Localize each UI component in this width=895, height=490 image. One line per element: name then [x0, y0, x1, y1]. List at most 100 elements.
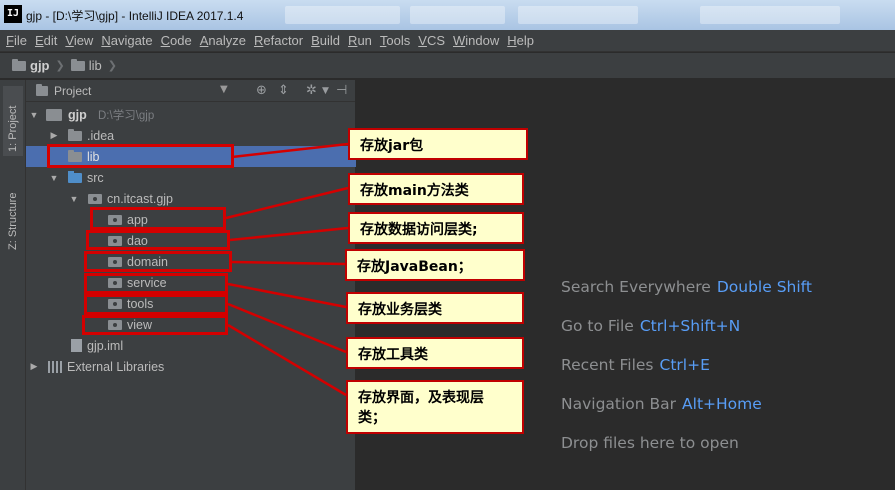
tree-row-external-libraries[interactable]: ▶ External Libraries: [26, 356, 356, 377]
project-panel: Project ▼ ⊕ ⇕ ✲ ▼ ⊣ ▼ gjp D:\学习\gjp ▶ .i…: [26, 80, 356, 490]
gear-icon[interactable]: ✲: [306, 83, 317, 98]
menu-view[interactable]: View: [65, 33, 93, 48]
hide-panel-icon[interactable]: ⊣: [336, 83, 347, 98]
background-taskbar-tab: [285, 6, 400, 24]
tree-label-src: src: [87, 170, 104, 185]
tree-row-iml[interactable]: gjp.iml: [26, 335, 356, 356]
menu-build[interactable]: Build: [311, 33, 340, 48]
tree-row-src[interactable]: ▼ src: [26, 167, 356, 188]
tab-structure[interactable]: Z: Structure: [3, 172, 23, 252]
callout-lib: 存放jar包: [348, 128, 528, 160]
tab-project[interactable]: 1: Project: [3, 86, 23, 156]
tree-label-dao: dao: [127, 233, 148, 248]
tree-label-lib: lib: [87, 149, 100, 164]
tree-row-package[interactable]: ▼ cn.itcast.gjp: [26, 188, 356, 209]
package-icon: [108, 277, 122, 288]
project-panel-header: Project ▼ ⊕ ⇕ ✲ ▼ ⊣: [26, 80, 355, 102]
tree-label-package: cn.itcast.gjp: [107, 191, 174, 206]
tree-row-view[interactable]: view: [26, 314, 356, 335]
menu-refactor[interactable]: Refactor: [254, 33, 303, 48]
hint-shortcut: Alt+Home: [682, 395, 762, 413]
tree-row-dao[interactable]: dao: [26, 230, 356, 251]
collapsed-arrow-icon[interactable]: ▶: [49, 130, 59, 141]
hint-navigation-bar: Navigation Bar Alt+Home: [561, 395, 762, 413]
hint-label: Go to File: [561, 317, 634, 335]
chevron-right-icon: ❯: [55, 59, 65, 72]
package-icon: [108, 319, 122, 330]
callout-app: 存放main方法类: [348, 173, 524, 205]
module-folder-icon: [12, 58, 26, 71]
menu-help[interactable]: Help: [507, 33, 534, 48]
menu-vcs[interactable]: VCS: [418, 33, 445, 48]
tree-label-tools: tools: [127, 296, 154, 311]
expanded-arrow-icon[interactable]: ▼: [49, 173, 59, 183]
tab-project-label: 1: Project: [7, 105, 19, 152]
menu-code[interactable]: Code: [161, 33, 192, 48]
background-taskbar-tab: [700, 6, 840, 24]
intellij-app-icon: IJ: [4, 5, 22, 23]
tree-row-service[interactable]: service: [26, 272, 356, 293]
window-title: gjp - [D:\学习\gjp] - IntelliJ IDEA 2017.1…: [26, 9, 244, 23]
package-icon: [108, 214, 122, 225]
tree-label-idea: .idea: [87, 128, 115, 143]
package-icon: [108, 256, 122, 267]
chevron-right-icon: ❯: [107, 59, 117, 72]
tool-window-strip: 1: Project Z: Structure: [0, 80, 26, 490]
tree-path-hint: D:\学习\gjp: [98, 109, 155, 122]
tree-row-idea[interactable]: ▶ .idea: [26, 125, 356, 146]
expanded-arrow-icon[interactable]: ▼: [69, 194, 79, 204]
callout-dao: 存放数据访问层类;: [348, 212, 524, 244]
hint-recent-files: Recent Files Ctrl+E: [561, 356, 710, 374]
tree-label-service: service: [127, 275, 167, 290]
menu-window[interactable]: Window: [453, 33, 499, 48]
hint-drop-files: Drop files here to open: [561, 434, 739, 452]
target-icon[interactable]: ⊕: [256, 83, 267, 98]
tree-label-root: gjp: [68, 107, 87, 122]
hint-label: Navigation Bar: [561, 395, 677, 413]
collapse-all-icon[interactable]: ⇕: [278, 83, 289, 98]
callout-tools: 存放工具类: [346, 337, 524, 369]
tab-structure-label: Z: Structure: [7, 192, 19, 250]
hint-shortcut: Double Shift: [716, 278, 812, 296]
expanded-arrow-icon[interactable]: ▼: [29, 110, 39, 120]
menu-tools[interactable]: Tools: [380, 33, 410, 48]
callout-view-line1: 存放界面，及表现层: [358, 390, 484, 406]
menu-file[interactable]: File: [6, 33, 27, 48]
breadcrumb: gjp ❯ lib ❯: [0, 53, 895, 79]
tree-row-tools[interactable]: tools: [26, 293, 356, 314]
menu-analyze[interactable]: Analyze: [200, 33, 246, 48]
tree-label-external-libraries: External Libraries: [67, 359, 165, 374]
source-folder-icon: [68, 170, 82, 183]
breadcrumb-item-lib[interactable]: lib: [70, 58, 102, 73]
breadcrumb-item-project[interactable]: gjp: [12, 58, 50, 73]
breadcrumb-label: gjp: [30, 58, 50, 73]
chevron-down-icon[interactable]: ▼: [220, 84, 228, 95]
hint-go-to-file: Go to File Ctrl+Shift+N: [561, 317, 740, 335]
hint-label: Recent Files: [561, 356, 654, 374]
background-taskbar-tab: [410, 6, 505, 24]
project-view-selector[interactable]: Project: [54, 84, 91, 98]
hint-label: Drop files here to open: [561, 434, 739, 452]
tree-row-app[interactable]: app: [26, 209, 356, 230]
package-icon: [108, 298, 122, 309]
callout-service: 存放业务层类: [346, 292, 524, 324]
window-titlebar: IJ gjp - [D:\学习\gjp] - IntelliJ IDEA 201…: [0, 0, 895, 30]
tree-row-root[interactable]: ▼ gjp D:\学习\gjp: [26, 104, 356, 125]
folder-icon: [68, 128, 82, 141]
hint-shortcut: Ctrl+E: [659, 356, 710, 374]
tree-label-app: app: [127, 212, 148, 227]
collapsed-arrow-icon[interactable]: ▶: [29, 361, 39, 372]
package-icon: [108, 235, 122, 246]
menu-edit[interactable]: Edit: [35, 33, 57, 48]
hint-search-everywhere: Search Everywhere Double Shift: [561, 278, 812, 296]
menu-navigate[interactable]: Navigate: [101, 33, 152, 48]
tree-label-domain: domain: [127, 254, 168, 269]
background-taskbar-tab: [518, 6, 638, 24]
tree-row-domain[interactable]: domain: [26, 251, 356, 272]
tree-row-lib[interactable]: lib: [26, 146, 356, 167]
menu-run[interactable]: Run: [348, 33, 372, 48]
chevron-down-icon[interactable]: ▼: [322, 86, 329, 96]
tree-label-iml: gjp.iml: [87, 338, 124, 353]
iml-file-icon: [71, 339, 82, 352]
menu-bar: File Edit View Navigate Code Analyze Ref…: [0, 30, 895, 52]
